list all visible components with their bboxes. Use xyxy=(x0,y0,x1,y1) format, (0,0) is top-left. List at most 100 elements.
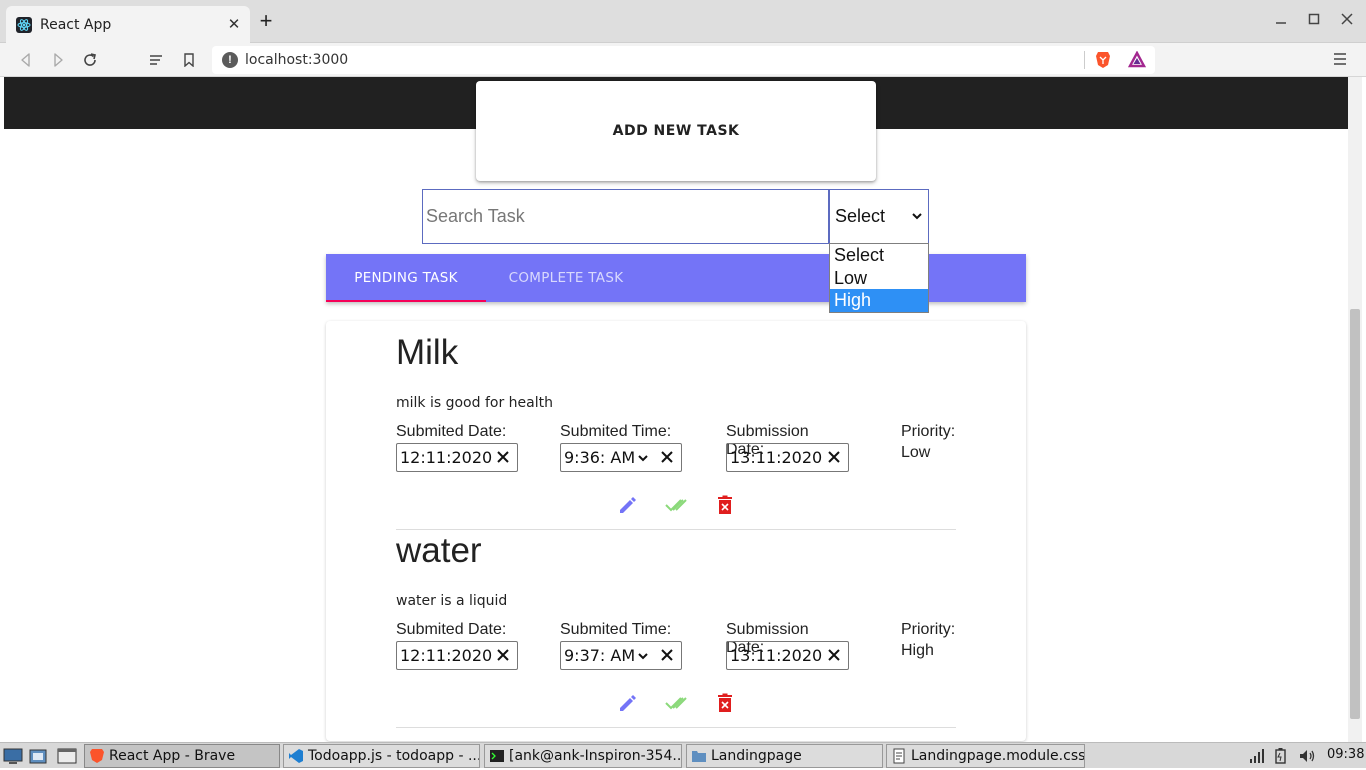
show-desktop-icon[interactable] xyxy=(3,747,23,765)
clear-icon[interactable] xyxy=(826,647,842,663)
submitted-time-value: 9:37: AM xyxy=(564,646,636,665)
page-scrollbar[interactable] xyxy=(1348,77,1362,742)
submitted-date-value: 12:11:2020 xyxy=(400,448,493,467)
task-divider xyxy=(396,529,956,530)
submitted-date-input[interactable]: 12:11:2020 xyxy=(396,641,518,670)
submission-date-field: Submission Date: 13:11:2020 xyxy=(726,621,849,670)
chevron-down-icon[interactable] xyxy=(638,651,648,661)
delete-icon[interactable] xyxy=(714,692,736,714)
taskbar-window-terminal[interactable]: [ank@ank-Inspiron-354... xyxy=(484,744,682,768)
priority-option-low[interactable]: Low xyxy=(830,267,928,290)
taskbar-window-vscode[interactable]: Todoapp.js - todoapp - ... xyxy=(283,744,480,768)
submitted-time-label: Submited Time: xyxy=(560,621,672,638)
battery-icon[interactable] xyxy=(1272,747,1290,765)
clear-icon[interactable] xyxy=(659,449,675,465)
delete-icon[interactable] xyxy=(714,494,736,516)
task-description: milk is good for health xyxy=(396,395,553,411)
file-manager-icon[interactable] xyxy=(28,747,48,765)
brave-shields-icon[interactable] xyxy=(1095,51,1111,69)
scrollbar-thumb[interactable] xyxy=(1350,309,1360,719)
submitted-time-input[interactable]: 9:37: AM xyxy=(560,641,682,670)
submitted-date-field: Submited Date: 12:11:2020 xyxy=(396,423,518,472)
tab-title: React App xyxy=(40,16,112,33)
submitted-time-field: Submited Time: 9:36: AM xyxy=(560,423,682,472)
submitted-date-input[interactable]: 12:11:2020 xyxy=(396,443,518,472)
priority-option-select[interactable]: Select xyxy=(830,244,928,267)
add-new-task-button[interactable]: ADD NEW TASK xyxy=(476,81,876,181)
priority-field: Priority: Low xyxy=(901,423,961,462)
task-title: water xyxy=(396,531,482,570)
task-title: Milk xyxy=(396,333,459,372)
submitted-date-label: Submited Date: xyxy=(396,621,507,638)
address-bar[interactable]: ! localhost:3000 xyxy=(212,46,1155,74)
submitted-time-value: 9:36: AM xyxy=(564,448,636,467)
submitted-date-field: Submited Date: 12:11:2020 xyxy=(396,621,518,670)
browser-titlebar: React App ✕ + xyxy=(0,0,1366,43)
search-input[interactable]: Search Task xyxy=(422,189,829,244)
edit-icon[interactable] xyxy=(617,692,639,714)
priority-select-value: Select xyxy=(835,206,886,226)
brave-rewards-icon[interactable] xyxy=(1127,50,1147,69)
react-logo-icon xyxy=(16,16,32,33)
clear-icon[interactable] xyxy=(659,647,675,663)
reload-icon[interactable] xyxy=(79,49,101,71)
volume-icon[interactable] xyxy=(1298,747,1316,765)
taskbar-window-label: Landingpage xyxy=(711,748,802,764)
window-close-icon[interactable] xyxy=(1339,12,1355,28)
submission-date-label: Submission Date: xyxy=(726,621,809,656)
submitted-time-input[interactable]: 9:36: AM xyxy=(560,443,682,472)
submitted-date-label: Submited Date: xyxy=(396,423,507,440)
window-switcher-icon[interactable] xyxy=(57,747,77,765)
submitted-time-label: Submited Time: xyxy=(560,423,672,440)
priority-select[interactable]: Select xyxy=(829,189,929,244)
folder-icon xyxy=(692,751,706,762)
maximize-icon[interactable] xyxy=(1306,12,1322,28)
tab-indicator xyxy=(326,300,486,302)
priority-label: Priority: xyxy=(901,621,956,638)
priority-label: Priority: xyxy=(901,423,956,440)
network-signal-icon[interactable] xyxy=(1248,747,1266,765)
browser-toolbar: ! localhost:3000 xyxy=(0,43,1366,77)
browser-tab[interactable]: React App ✕ xyxy=(6,6,250,43)
url-text[interactable]: localhost:3000 xyxy=(245,52,348,68)
terminal-icon xyxy=(490,750,504,762)
submission-date-field: Submission Date: 13:11:2020 xyxy=(726,423,849,472)
system-clock[interactable]: 09:38 xyxy=(1327,747,1364,762)
chevron-down-icon[interactable] xyxy=(638,453,648,463)
clear-icon[interactable] xyxy=(495,449,511,465)
taskbar-window-folder[interactable]: Landingpage xyxy=(686,744,883,768)
browser-menu-icon[interactable] xyxy=(1333,51,1347,67)
submission-date-label: Submission Date: xyxy=(726,423,809,458)
task-item: Milk milk is good for health Submited Da… xyxy=(396,333,956,533)
taskbar-window-label: Landingpage.module.css xyxy=(911,748,1085,764)
taskbar-window-label: [ank@ank-Inspiron-354... xyxy=(509,748,682,764)
clear-icon[interactable] xyxy=(826,449,842,465)
task-divider xyxy=(396,727,956,728)
task-actions xyxy=(396,692,956,716)
bookmark-icon[interactable] xyxy=(178,49,200,71)
tab-complete-task[interactable]: COMPLETE TASK xyxy=(486,254,646,302)
mark-complete-icon[interactable] xyxy=(665,692,689,714)
back-icon[interactable] xyxy=(15,49,37,71)
priority-dropdown-list: Select Low High xyxy=(829,243,929,313)
taskbar-window-brave[interactable]: React App - Brave xyxy=(84,744,280,768)
edit-icon[interactable] xyxy=(617,494,639,516)
minimize-icon[interactable] xyxy=(1273,12,1289,28)
tab-pending-task[interactable]: PENDING TASK xyxy=(326,254,486,302)
forward-icon[interactable] xyxy=(47,49,69,71)
reader-mode-icon[interactable] xyxy=(145,49,167,71)
tab-close-icon[interactable]: ✕ xyxy=(226,16,242,33)
task-description: water is a liquid xyxy=(396,593,508,609)
taskbar-window-css-file[interactable]: Landingpage.module.css xyxy=(886,744,1085,768)
task-list: Milk milk is good for health Submited Da… xyxy=(326,321,1026,741)
new-tab-button[interactable]: + xyxy=(257,10,275,32)
submission-date-input[interactable]: 13:11:2020 xyxy=(726,641,849,670)
priority-option-high[interactable]: High xyxy=(830,289,928,313)
submitted-date-value: 12:11:2020 xyxy=(400,646,493,665)
urlbar-separator xyxy=(1084,51,1085,69)
site-info-icon[interactable]: ! xyxy=(222,52,238,68)
clear-icon[interactable] xyxy=(495,647,511,663)
submission-date-input[interactable]: 13:11:2020 xyxy=(726,443,849,472)
chevron-down-icon xyxy=(912,213,922,220)
mark-complete-icon[interactable] xyxy=(665,494,689,516)
